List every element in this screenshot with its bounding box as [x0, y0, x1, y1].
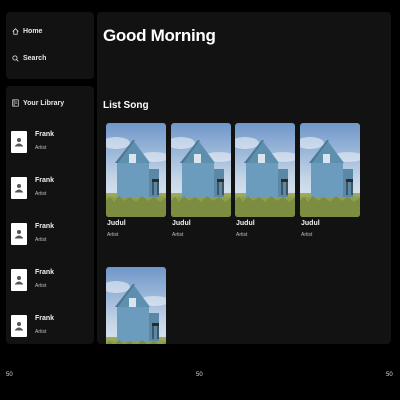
song-card[interactable]: Judul Artist	[235, 123, 295, 238]
album-art-image	[300, 123, 360, 217]
album-art-image	[235, 123, 295, 217]
library-item-title: Frank	[35, 315, 55, 322]
song-card-title: Judul	[107, 220, 126, 227]
library-item-subtitle: Artist	[35, 237, 47, 243]
section-title: List Song	[103, 100, 149, 111]
library-item-title: Frank	[35, 131, 55, 138]
song-card[interactable]	[106, 267, 166, 344]
page-title: Good Morning	[103, 26, 216, 45]
library-header[interactable]: Your Library	[12, 99, 64, 107]
song-card-subtitle: Artist	[172, 232, 184, 238]
library-item-subtitle: Artist	[35, 329, 47, 335]
library-icon	[12, 99, 19, 107]
library-header-label: Your Library	[23, 99, 65, 107]
player-time-center: 50	[196, 372, 203, 378]
home-icon	[12, 28, 19, 35]
song-card-subtitle: Artist	[107, 232, 119, 238]
library-item-title: Frank	[35, 177, 55, 184]
artist-avatar	[11, 131, 27, 153]
song-card-subtitle: Artist	[236, 232, 248, 238]
artist-avatar	[11, 315, 27, 337]
person-icon	[15, 276, 23, 285]
album-art-image	[106, 123, 166, 217]
player-time-left: 50	[6, 372, 13, 378]
library-item-title: Frank	[35, 269, 55, 276]
nav-home-label: Home	[23, 28, 43, 35]
person-icon	[15, 322, 23, 331]
artist-avatar	[11, 177, 27, 199]
artist-avatar	[11, 223, 27, 245]
library-item[interactable]: Frank Artist	[11, 218, 89, 252]
library-panel: Your Library Frank Artist Frank Artist F…	[6, 86, 94, 344]
song-card-title: Judul	[301, 220, 320, 227]
song-card[interactable]: Judul Artist	[171, 123, 231, 238]
album-art-image	[106, 267, 166, 344]
library-item[interactable]: Frank Artist	[11, 264, 89, 298]
song-card[interactable]: Judul Artist	[106, 123, 166, 238]
album-art-image	[171, 123, 231, 217]
library-item-title: Frank	[35, 223, 55, 230]
library-item[interactable]: Frank Artist	[11, 310, 89, 344]
song-card-title: Judul	[236, 220, 255, 227]
library-item[interactable]: Frank Artist	[11, 126, 89, 160]
song-card[interactable]: Judul Artist	[300, 123, 360, 238]
library-item-subtitle: Artist	[35, 145, 47, 151]
library-item-subtitle: Artist	[35, 191, 47, 197]
person-icon	[15, 138, 23, 147]
player-time-right: 50	[386, 372, 393, 378]
search-icon	[12, 55, 19, 62]
main-panel: Good Morning List Song Judul Artist Judu…	[97, 12, 391, 344]
song-card-subtitle: Artist	[301, 232, 313, 238]
artist-avatar	[11, 269, 27, 291]
person-icon	[15, 230, 23, 239]
nav-item-home[interactable]: Home	[12, 28, 42, 35]
song-card-title: Judul	[172, 220, 191, 227]
library-item[interactable]: Frank Artist	[11, 172, 89, 206]
person-icon	[15, 184, 23, 193]
nav-item-search[interactable]: Search	[12, 55, 46, 62]
nav-panel: Home Search	[6, 12, 94, 79]
nav-search-label: Search	[23, 55, 47, 62]
library-item-subtitle: Artist	[35, 283, 47, 289]
